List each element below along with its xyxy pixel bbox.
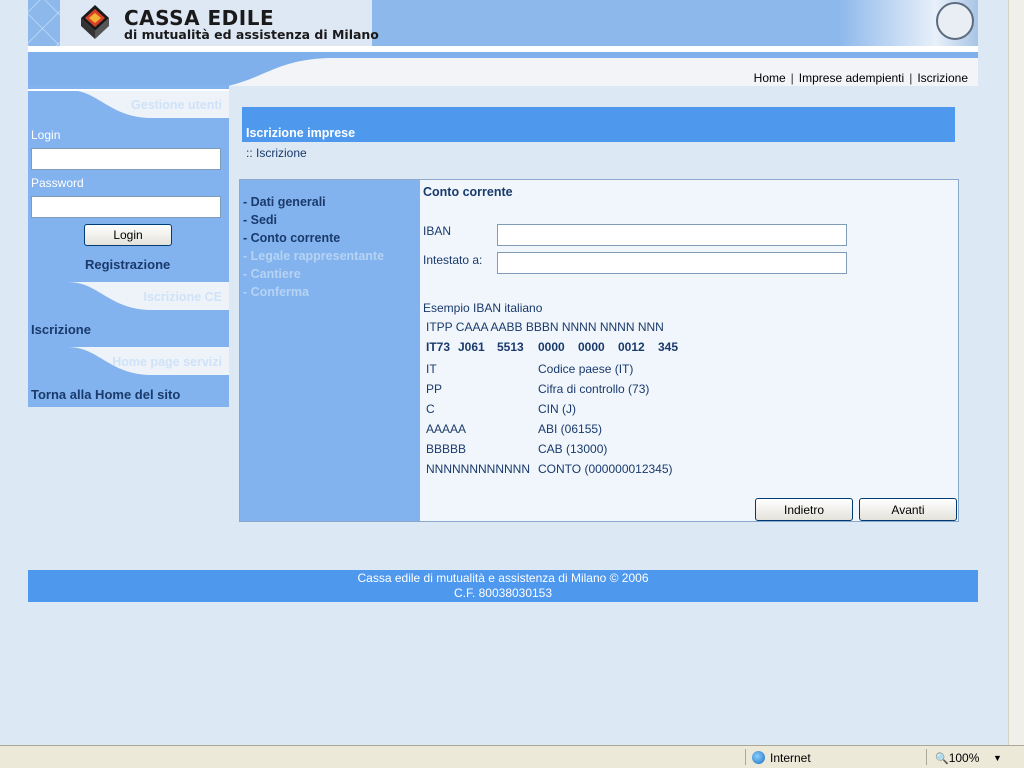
zoom-icon: 🔍 (935, 753, 949, 765)
wizard-steps: - Dati generali - Sedi - Conto corrente … (240, 180, 420, 521)
step-cantiere: - Cantiere (243, 267, 301, 281)
iban-group: 0000 (538, 340, 565, 354)
step-dati-generali[interactable]: - Dati generali (243, 195, 326, 209)
register-link[interactable]: Registrazione (85, 257, 170, 272)
example-title: Esempio IBAN italiano (423, 301, 543, 315)
iban-input[interactable] (497, 224, 847, 246)
vertical-scrollbar[interactable] (1008, 0, 1024, 745)
breadcrumb: :: Iscrizione (246, 146, 307, 160)
step-conto-corrente[interactable]: - Conto corrente (243, 231, 340, 245)
browser-status-bar: Internet 🔍100% ▼ (0, 745, 1024, 768)
legend-code: BBBBB (426, 442, 467, 456)
header-photo (838, 0, 978, 46)
iban-group: 345 (658, 340, 679, 354)
security-zone: Internet (752, 750, 922, 766)
sidebar-header-home: Home page servizi (28, 343, 229, 379)
holder-input[interactable] (497, 252, 847, 274)
iban-group: IT73 (426, 340, 451, 354)
login-label: Login (31, 128, 61, 142)
login-input[interactable] (31, 148, 221, 170)
zone-label: Internet (770, 751, 811, 765)
sidebar-header-users: Gestione utenti (28, 86, 229, 122)
cassa-edile-logo-icon (81, 5, 109, 39)
form-content: Conto corrente IBAN Intestato a: Esempio… (420, 180, 958, 521)
logo-subtitle: di mutualità ed assistenza di Milano (124, 27, 379, 42)
password-label: Password (31, 176, 84, 190)
legend-code: C (426, 402, 435, 416)
top-navigation: Home | Imprese adempienti | Iscrizione (754, 71, 968, 85)
legend-desc: Codice paese (IT) (538, 362, 634, 376)
site-footer: Cassa edile di mutualità e assistenza di… (28, 570, 978, 602)
zoom-control[interactable]: 🔍100% ▼ (935, 750, 1005, 766)
sidebar-header-label: Home page servizi (112, 355, 222, 369)
legend-code: AAAAA (426, 422, 467, 436)
legend-desc: CIN (J) (538, 402, 576, 416)
nav-separator: | (909, 71, 913, 85)
legend-code: IT (426, 362, 437, 376)
sidebar-header-label: Gestione utenti (131, 98, 222, 112)
footer-tax-code: C.F. 80038030153 (453, 586, 553, 600)
nav-imprese-adempienti[interactable]: Imprese adempienti (799, 71, 904, 85)
sidebar-header-ce: Iscrizione CE (28, 278, 229, 314)
section-title: Conto corrente (423, 185, 513, 199)
footer-copyright: Cassa edile di mutualità e assistenza di… (357, 571, 649, 585)
seal-icon (936, 2, 974, 40)
nav-band: Home | Imprese adempienti | Iscrizione (28, 46, 978, 86)
example-format: ITPP CAAA AABB BBBN NNNN NNNN NNN (426, 320, 664, 334)
password-input[interactable] (31, 196, 221, 218)
status-divider (745, 749, 746, 765)
status-divider (926, 749, 927, 765)
legend-desc: CONTO (000000012345) (538, 462, 673, 476)
iban-label: IBAN (423, 224, 452, 238)
iban-group: 0000 (578, 340, 605, 354)
form-panel: - Dati generali - Sedi - Conto corrente … (239, 179, 959, 522)
chevron-down-icon[interactable]: ▼ (993, 750, 1002, 766)
iscrizione-ce-link[interactable]: Iscrizione (31, 322, 91, 337)
iban-group: 5513 (497, 340, 524, 354)
page-title-bar: Iscrizione imprese (242, 107, 955, 142)
sidebar-header-label: Iscrizione CE (143, 290, 223, 304)
step-sedi[interactable]: - Sedi (243, 213, 277, 227)
nav-separator: | (790, 71, 794, 85)
nav-home[interactable]: Home (754, 71, 786, 85)
step-conferma: - Conferma (243, 285, 309, 299)
zoom-level: 100% (948, 751, 980, 765)
legend-desc: ABI (06155) (538, 422, 603, 436)
legend-code: NNNNNNNNNNNN (426, 462, 530, 476)
site-header: CASSA EDILE di mutualità ed assistenza d… (28, 0, 978, 46)
globe-icon (752, 751, 765, 764)
next-button[interactable]: Avanti (859, 498, 957, 521)
home-site-link[interactable]: Torna alla Home del sito (31, 387, 180, 402)
legend-desc: Cifra di controllo (73) (538, 382, 650, 396)
step-legale-rappresentante: - Legale rappresentante (243, 249, 385, 263)
legend-code: PP (426, 382, 443, 396)
legend-desc: CAB (13000) (538, 442, 608, 456)
iban-group: J061 (458, 340, 485, 354)
page-title: Iscrizione imprese (246, 126, 356, 140)
sidebar: Gestione utenti Login Password Login Reg… (28, 86, 229, 407)
holder-label: Intestato a: (423, 253, 483, 267)
back-button[interactable]: Indietro (755, 498, 853, 521)
iban-group: 0012 (618, 340, 645, 354)
login-button[interactable]: Login (84, 224, 172, 246)
nav-iscrizione[interactable]: Iscrizione (917, 71, 968, 85)
